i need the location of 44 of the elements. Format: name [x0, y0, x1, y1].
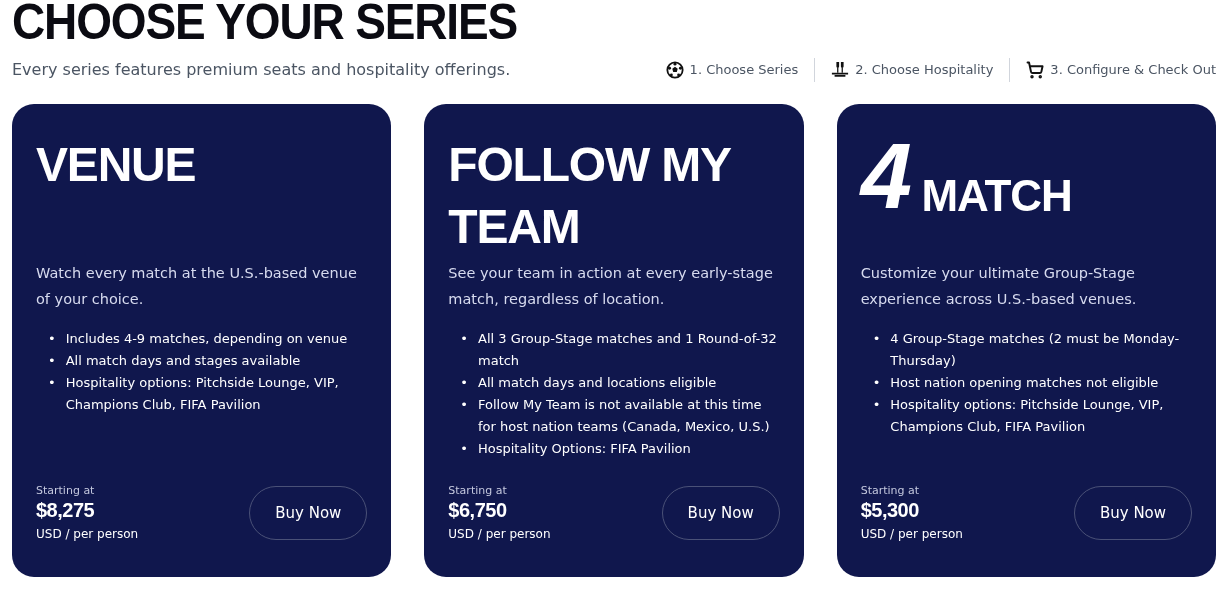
card-number: 4: [860, 134, 910, 218]
card-title: VENUE: [36, 137, 196, 193]
page-subtitle: Every series features premium seats and hospitality offerings.: [12, 59, 511, 81]
price-label: Starting at: [448, 482, 508, 499]
page-heading: CHOOSE YOUR SERIES: [12, 0, 519, 47]
glasses-tray-icon: [831, 61, 850, 79]
bullet-point: •: [460, 330, 468, 348]
card-description: Watch every match at the U.S.-based venue of your choice.: [36, 264, 358, 309]
price-unit: USD / per person: [448, 526, 551, 543]
bullet-point: •: [872, 374, 881, 392]
feature-item: Hospitality options: Pitchside Lounge, VIP, Champions Club, FIFA Pavilion: [65, 374, 340, 414]
bullet-point: •: [48, 352, 56, 370]
feature-item: Hospitality options: Pitchside Lounge, VIP, Champions Club, FIFA Pavilion: [890, 396, 1165, 436]
step-label: 3. Configure & Check Out: [1050, 61, 1216, 80]
price: $6,750: [448, 499, 508, 521]
feature-item: Follow My Team is not available at this time for host nation teams (Canada, Mexico, U.S.): [478, 396, 771, 436]
price-unit: USD / per person: [36, 526, 139, 543]
feature-item: Includes 4-9 matches, depending on venue: [65, 330, 348, 348]
step-label: 2. Choose Hospitality: [855, 61, 994, 80]
price-label: Starting at: [860, 482, 921, 499]
feature-item: Hospitality Options: FIFA Pavilion: [478, 440, 691, 458]
card-description: Customize your ultimate Group-Stage experience across U.S.-based venues.: [860, 264, 1138, 309]
bullet-point: •: [872, 330, 881, 348]
bullet-point: •: [460, 374, 468, 392]
price: $5,300: [860, 499, 920, 521]
card-title: FOLLOW MY TEAM: [448, 137, 732, 255]
cart-icon: [1026, 61, 1045, 79]
feature-item: 4 Group-Stage matches (2 must be Monday-Thursday): [890, 330, 1181, 370]
soccer-ball-icon: [665, 61, 684, 79]
card-description: See your team in action at every early-stage match, regardless of location.: [448, 264, 774, 309]
bullet-point: •: [872, 396, 881, 414]
bullet-point: •: [460, 396, 468, 414]
bullet-point: •: [48, 374, 56, 392]
feature-item: Host nation opening matches not eligible: [890, 374, 1159, 392]
price: $8,275: [36, 499, 96, 521]
step-label: 1. Choose Series: [689, 61, 799, 80]
feature-item: All match days and locations eligible: [478, 374, 717, 392]
bullet-point: •: [48, 330, 56, 348]
card-title: MATCH: [921, 174, 1072, 218]
price-unit: USD / per person: [860, 526, 963, 543]
feature-item: All 3 Group-Stage matches and 1 Round-of-32 match: [478, 330, 778, 370]
feature-item: All match days and stages available: [65, 352, 301, 370]
bullet-point: •: [460, 440, 468, 458]
price-label: Starting at: [36, 482, 96, 499]
